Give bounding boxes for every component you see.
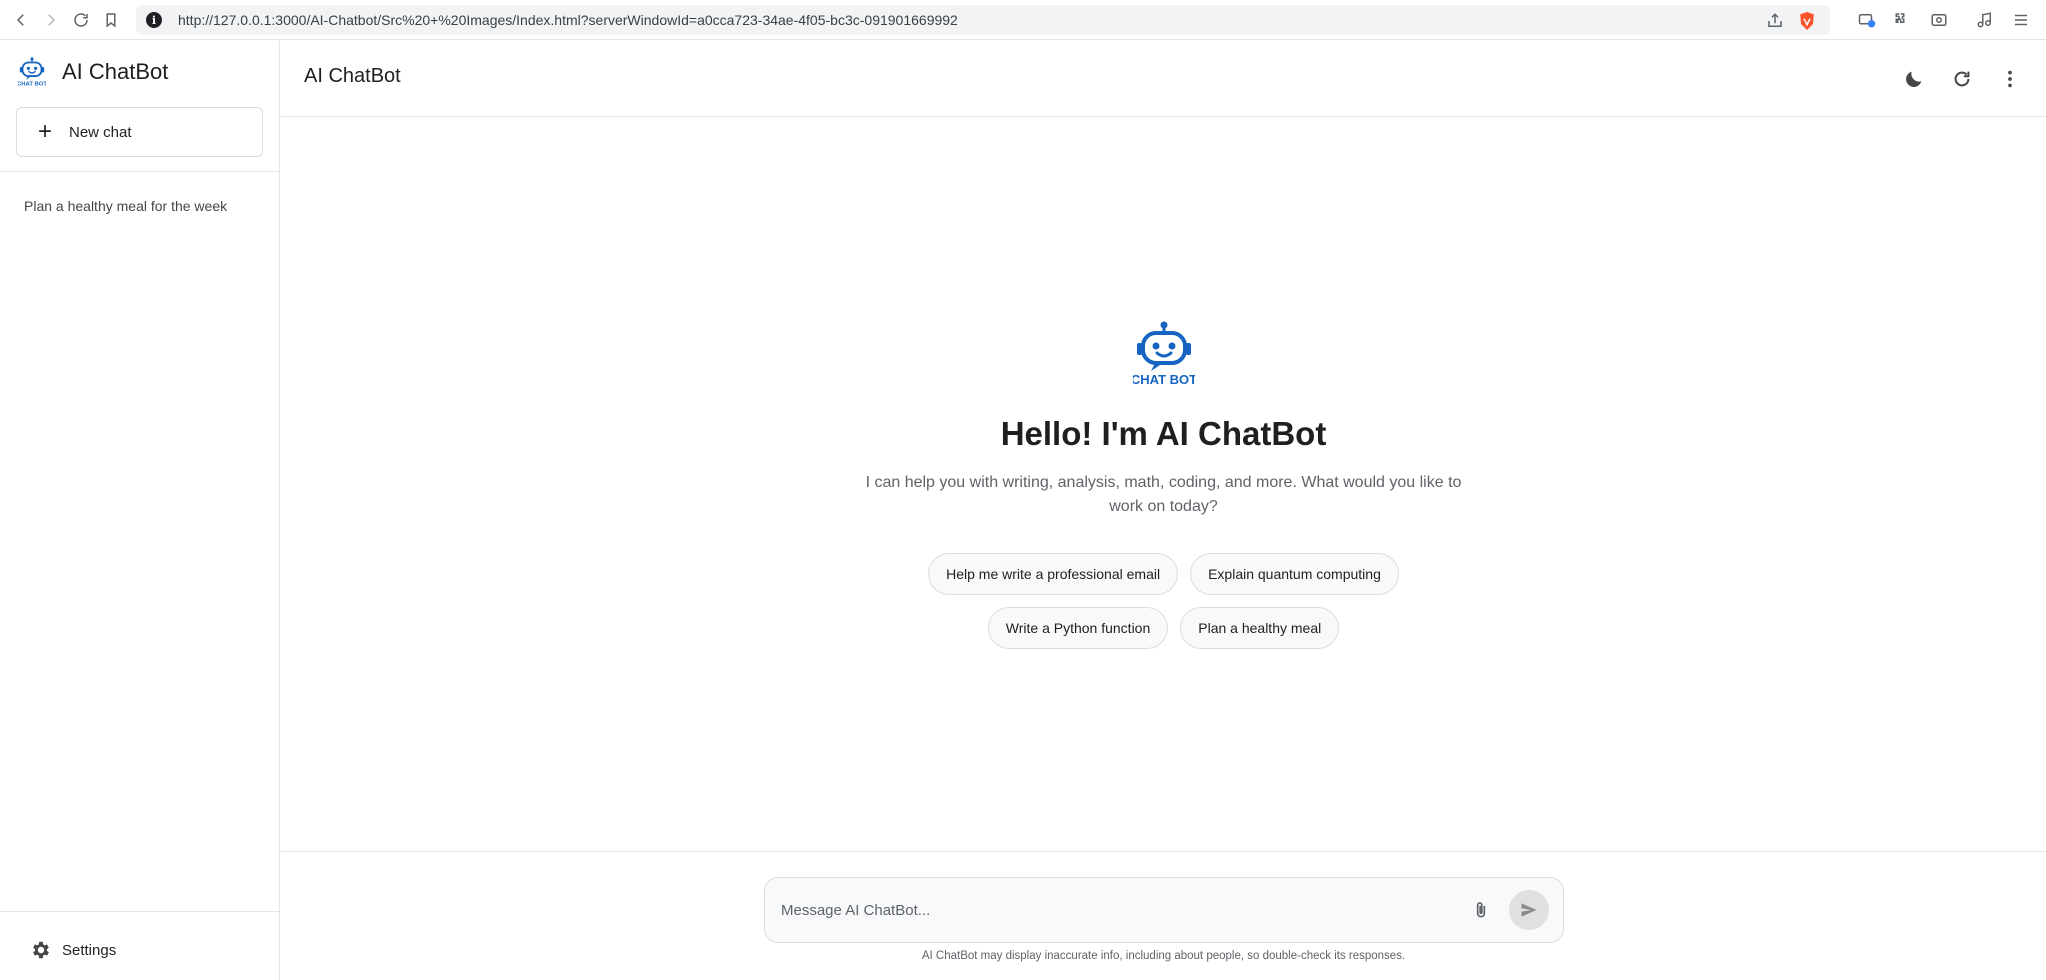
extensions-icon[interactable] bbox=[1888, 5, 1918, 35]
site-info-icon[interactable]: i bbox=[146, 12, 162, 28]
attach-button[interactable] bbox=[1467, 896, 1495, 924]
more-vert-icon bbox=[2008, 70, 2012, 88]
brand[interactable]: CHAT BOT AI ChatBot bbox=[18, 57, 168, 87]
composer-divider bbox=[281, 851, 2046, 852]
plus-icon: + bbox=[37, 118, 52, 145]
history-item[interactable]: Plan a healthy meal for the week bbox=[12, 191, 268, 221]
reload-icon[interactable] bbox=[66, 5, 96, 35]
disclaimer-text: AI ChatBot may display inaccurate info, … bbox=[921, 950, 1406, 962]
svg-text:CHAT BOT: CHAT BOT bbox=[18, 82, 46, 87]
menu-icon[interactable] bbox=[2006, 5, 2036, 35]
paperclip-icon bbox=[1476, 902, 1486, 918]
media-icon[interactable] bbox=[1970, 5, 2000, 35]
suggestion-chip[interactable]: Write a Python function bbox=[987, 607, 1169, 649]
suggestion-chip[interactable]: Explain quantum computing bbox=[1190, 553, 1399, 595]
browser-toolbar: i http://127.0.0.1:3000/AI-Chatbot/Src%2… bbox=[0, 0, 2046, 40]
suggestion-chip[interactable]: Plan a healthy meal bbox=[1180, 607, 1340, 649]
refresh-button[interactable] bbox=[1948, 61, 1976, 97]
message-input[interactable] bbox=[781, 901, 1467, 919]
welcome-title: Hello! I'm AI ChatBot bbox=[1000, 415, 1327, 452]
back-icon[interactable] bbox=[6, 5, 36, 35]
sidebar-divider bbox=[0, 171, 279, 172]
brand-title: AI ChatBot bbox=[62, 59, 169, 84]
welcome-subtitle: I can help you with writing, analysis, m… bbox=[865, 474, 1462, 515]
new-chat-label: New chat bbox=[69, 123, 132, 141]
forward-icon[interactable] bbox=[36, 5, 66, 35]
sidebar: CHAT BOT AI ChatBot + New chat Plan a he… bbox=[0, 41, 280, 980]
main-panel: AI ChatBot CHAT BOT Hello! I'm AI ChatBo… bbox=[281, 41, 2046, 980]
gear-icon bbox=[33, 941, 49, 959]
send-icon bbox=[1521, 903, 1537, 917]
composer bbox=[764, 877, 1564, 943]
chatbot-logo-icon: CHAT BOT bbox=[1133, 321, 1195, 387]
welcome-section: CHAT BOT Hello! I'm AI ChatBot I can hel… bbox=[281, 321, 2046, 649]
refresh-icon bbox=[1954, 71, 1970, 87]
bookmark-icon[interactable] bbox=[96, 5, 126, 35]
address-bar[interactable]: i http://127.0.0.1:3000/AI-Chatbot/Src%2… bbox=[136, 5, 1830, 35]
sidebar-footer-divider bbox=[0, 911, 279, 912]
suggestion-chips: Help me write a professional email Expla… bbox=[928, 553, 1399, 649]
more-options-button[interactable] bbox=[1996, 61, 2024, 97]
page-title: AI ChatBot bbox=[304, 65, 401, 87]
url-text: http://127.0.0.1:3000/AI-Chatbot/Src%20+… bbox=[178, 12, 958, 28]
dark-mode-toggle[interactable] bbox=[1900, 61, 1928, 97]
new-chat-button[interactable]: + New chat bbox=[16, 107, 263, 157]
history-item-label: Plan a healthy meal for the week bbox=[24, 198, 228, 214]
logo-text: CHAT BOT bbox=[1133, 372, 1195, 387]
send-button[interactable] bbox=[1509, 890, 1549, 930]
settings-button[interactable]: Settings bbox=[30, 939, 116, 961]
brave-shield-icon[interactable] bbox=[1798, 11, 1816, 31]
settings-label: Settings bbox=[62, 941, 117, 959]
wallet-icon[interactable] bbox=[1852, 5, 1882, 35]
suggestion-chip[interactable]: Help me write a professional email bbox=[928, 553, 1179, 595]
main-header: AI ChatBot bbox=[281, 41, 2046, 117]
moon-icon bbox=[1906, 71, 1922, 87]
share-icon[interactable] bbox=[1766, 12, 1784, 30]
chatbot-logo-icon: CHAT BOT bbox=[18, 57, 46, 87]
sidebar-icon[interactable] bbox=[1924, 5, 1954, 35]
